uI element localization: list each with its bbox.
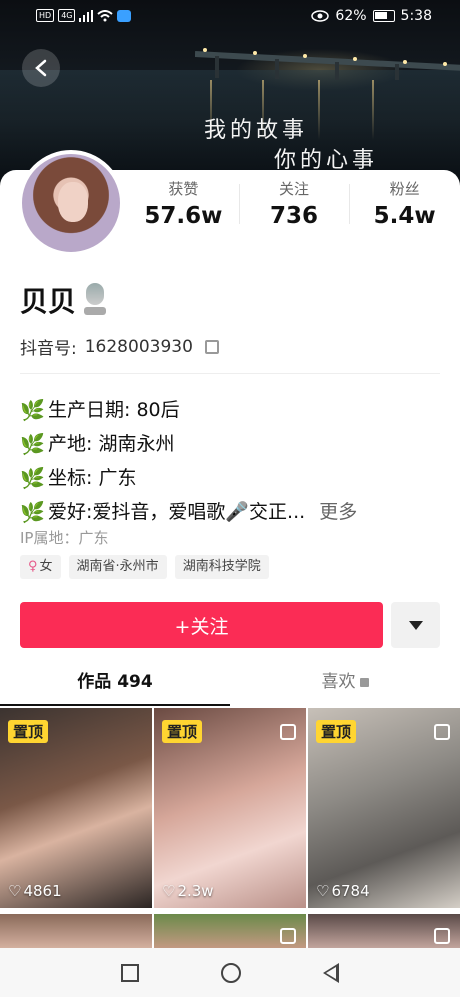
light-reflection bbox=[372, 80, 374, 140]
bio-line: 🌿 坐标: 广东 bbox=[20, 461, 440, 495]
avatar-face bbox=[58, 182, 88, 222]
lock-icon bbox=[359, 678, 369, 687]
bio-line: 🌿 爱好:爱抖音，爱唱歌🎤交正... 更多 bbox=[20, 495, 440, 529]
stat-value: 736 bbox=[270, 203, 319, 229]
heart-icon: ♡ bbox=[162, 882, 176, 900]
tag-label: 女 bbox=[39, 559, 53, 574]
cloud-icon bbox=[117, 9, 132, 22]
tab-likes[interactable]: 喜欢 bbox=[230, 660, 460, 706]
light-reflection bbox=[318, 80, 320, 140]
like-count-value: 4861 bbox=[23, 882, 62, 900]
select-checkbox[interactable] bbox=[280, 928, 296, 944]
eye-icon bbox=[311, 10, 330, 22]
more-options-button[interactable] bbox=[391, 602, 440, 648]
profile-stats: 获赞 57.6w 关注 736 粉丝 5.4w bbox=[128, 178, 460, 238]
avatar[interactable] bbox=[18, 150, 124, 256]
like-count: ♡ 2.3w bbox=[162, 882, 214, 900]
douyin-id-value: 1628003930 bbox=[84, 336, 193, 357]
bio-text: 生产日期: 80后 bbox=[48, 399, 180, 421]
video-thumbnail[interactable] bbox=[0, 914, 152, 950]
select-checkbox[interactable] bbox=[434, 928, 450, 944]
chevron-left-icon bbox=[35, 59, 47, 77]
like-count: ♡ 4861 bbox=[8, 882, 62, 900]
battery-percent: 62% bbox=[335, 8, 367, 24]
home-button[interactable] bbox=[221, 962, 241, 983]
bio-text: 爱好:爱抖音，爱唱歌🎤交正... bbox=[48, 501, 306, 523]
bio-line: 🌿 生产日期: 80后 bbox=[20, 393, 440, 427]
stat-label: 粉丝 bbox=[389, 180, 420, 198]
video-thumbnail[interactable] bbox=[154, 914, 306, 950]
microphone-icon bbox=[84, 283, 107, 317]
tag-location: 湖南省·永州市 bbox=[68, 555, 167, 579]
cover-text-line1: 我的故事 bbox=[204, 118, 309, 143]
bio-text: 产地: 湖南永州 bbox=[48, 433, 175, 455]
profile-name: 贝贝 bbox=[20, 285, 77, 318]
select-checkbox[interactable] bbox=[280, 724, 296, 740]
bio-text: 坐标: 广东 bbox=[48, 467, 137, 489]
leaf-icon: 🌿 bbox=[20, 500, 45, 524]
stat-following[interactable]: 关注 736 bbox=[238, 178, 350, 238]
tab-label: 作品 494 bbox=[77, 672, 153, 692]
status-bar: HD 4G 62% 5:38 bbox=[0, 0, 460, 34]
video-thumbnail[interactable]: 置顶 ♡ 2.3w bbox=[154, 708, 306, 908]
content-tabs: 作品 494 喜欢 bbox=[0, 660, 460, 706]
battery-icon bbox=[372, 10, 395, 22]
tag-label: 湖南省·永州市 bbox=[76, 559, 159, 574]
recents-button[interactable] bbox=[121, 963, 139, 982]
back-button[interactable] bbox=[22, 49, 60, 87]
video-grid: 置顶 ♡ 4861 置顶 ♡ 2.3w 置顶 ♡ 6784 bbox=[0, 708, 460, 950]
wifi-icon bbox=[97, 9, 114, 21]
select-checkbox[interactable] bbox=[434, 724, 450, 740]
clock: 5:38 bbox=[400, 8, 432, 24]
tag-label: 湖南科技学院 bbox=[182, 559, 261, 574]
ip-location: IP属地：广东 bbox=[20, 529, 109, 547]
triangle-down-icon bbox=[408, 620, 423, 630]
profile-name-row: 贝贝 bbox=[20, 280, 107, 320]
tab-label: 喜欢 bbox=[321, 672, 356, 692]
leaf-icon: 🌿 bbox=[20, 398, 45, 422]
like-count-value: 2.3w bbox=[177, 882, 214, 900]
network-badge: 4G bbox=[58, 9, 76, 22]
profile-tags: ♀ 女 湖南省·永州市 湖南科技学院 bbox=[20, 555, 269, 579]
douyin-id-row: 抖音号: 1628003930 bbox=[20, 334, 219, 359]
stat-label: 关注 bbox=[279, 180, 310, 198]
female-icon: ♀ bbox=[28, 559, 38, 574]
pinned-badge: 置顶 bbox=[8, 720, 49, 743]
stat-value: 5.4w bbox=[373, 203, 436, 229]
tab-works[interactable]: 作品 494 bbox=[0, 660, 230, 706]
cover-bridge-image bbox=[195, 48, 460, 80]
stat-followers[interactable]: 粉丝 5.4w bbox=[349, 178, 460, 238]
pinned-badge: 置顶 bbox=[162, 720, 203, 743]
pinned-badge: 置顶 bbox=[316, 720, 357, 743]
stat-value: 57.6w bbox=[144, 203, 223, 229]
stat-likes[interactable]: 获赞 57.6w bbox=[128, 178, 239, 238]
bio-more-link[interactable]: 更多 bbox=[319, 495, 357, 529]
hd-badge: HD bbox=[36, 9, 55, 22]
like-count: ♡ 6784 bbox=[316, 882, 370, 900]
bio-line: 🌿 产地: 湖南永州 bbox=[20, 427, 440, 461]
heart-icon: ♡ bbox=[8, 882, 22, 900]
like-count-value: 6784 bbox=[331, 882, 370, 900]
tag-gender: ♀ 女 bbox=[20, 555, 61, 579]
copy-icon[interactable] bbox=[204, 339, 219, 354]
system-nav-bar bbox=[0, 948, 460, 997]
divider bbox=[20, 373, 440, 374]
video-thumbnail[interactable] bbox=[308, 914, 460, 950]
video-thumbnail[interactable]: 置顶 ♡ 4861 bbox=[0, 708, 152, 908]
douyin-id-label: 抖音号: bbox=[20, 339, 77, 359]
heart-icon: ♡ bbox=[316, 882, 330, 900]
leaf-icon: 🌿 bbox=[20, 432, 45, 456]
video-thumbnail[interactable]: 置顶 ♡ 6784 bbox=[308, 708, 460, 908]
signal-icon bbox=[79, 9, 94, 22]
stat-label: 获赞 bbox=[168, 180, 199, 198]
leaf-icon: 🌿 bbox=[20, 466, 45, 490]
follow-button[interactable]: +关注 bbox=[20, 602, 383, 648]
back-nav-button[interactable] bbox=[323, 962, 339, 983]
tag-school: 湖南科技学院 bbox=[174, 555, 269, 579]
profile-bio: 🌿 生产日期: 80后 🌿 产地: 湖南永州 🌿 坐标: 广东 🌿 爱好:爱抖音… bbox=[20, 393, 440, 529]
